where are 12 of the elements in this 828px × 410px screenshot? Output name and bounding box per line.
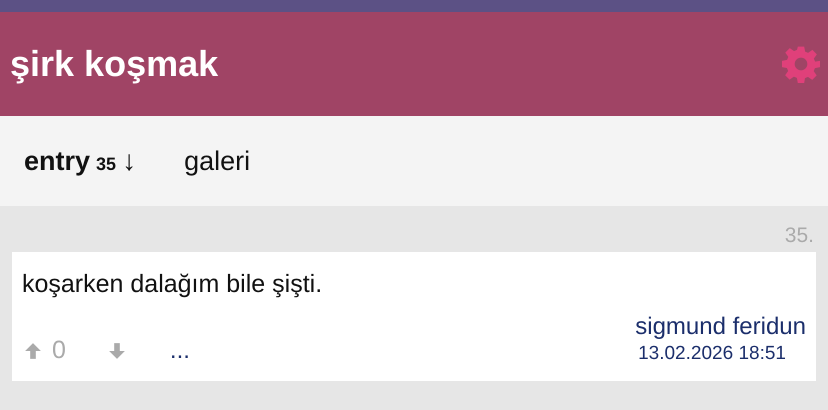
page-title: şirk koşmak <box>10 43 218 85</box>
more-link[interactable]: ... <box>170 336 190 364</box>
downvote-icon[interactable] <box>108 342 126 360</box>
settings-icon[interactable] <box>782 45 820 83</box>
entry-date[interactable]: 13.02.2026 18:51 <box>638 343 786 365</box>
tab[interactable]: entry 35 ↓ <box>24 145 136 177</box>
entry-number: 35. <box>784 224 814 248</box>
author-link[interactable]: sigmund feridun <box>635 313 806 341</box>
vote-count: 0 <box>52 336 66 365</box>
upvote-icon[interactable] <box>24 342 42 360</box>
entry-text: koşarken dalağım bile şişti. <box>22 270 324 299</box>
tab[interactable]: galeri <box>184 146 250 176</box>
